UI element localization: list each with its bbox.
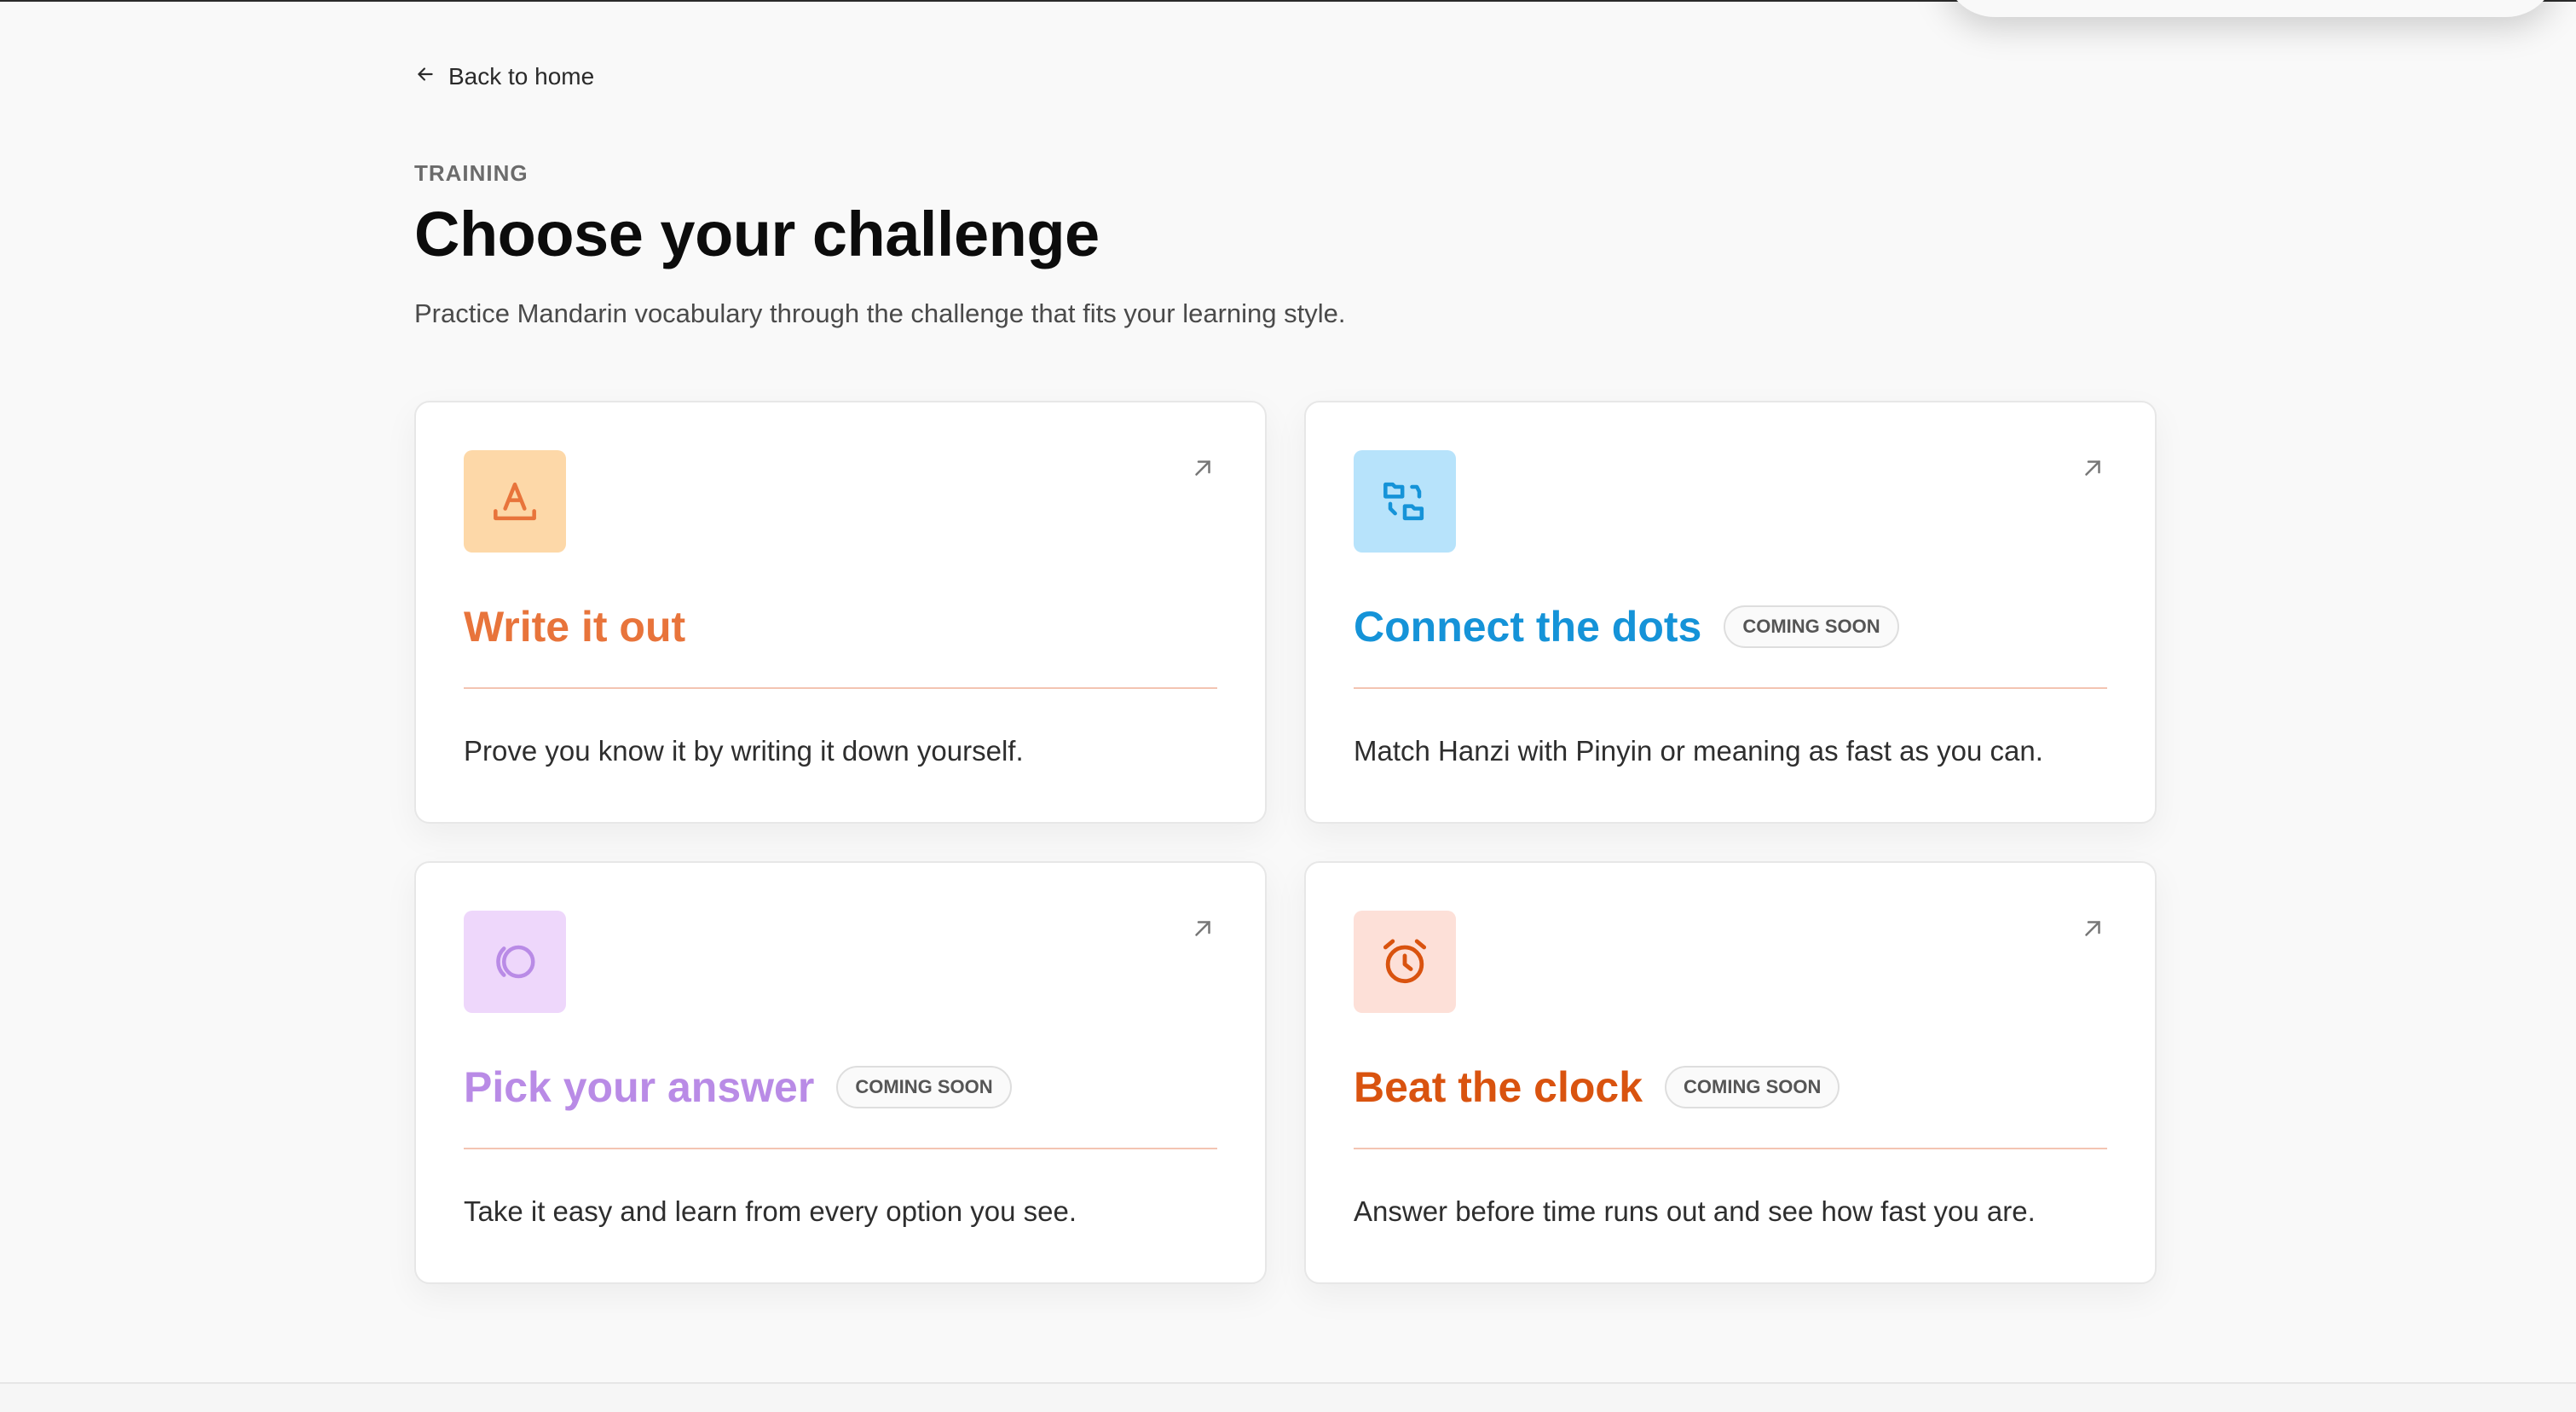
card-description: Take it easy and learn from every option…: [464, 1195, 1077, 1227]
card-title-row: Beat the clock COMING SOON: [1354, 1057, 1840, 1117]
card-title-row: Connect the dots COMING SOON: [1354, 597, 1899, 657]
handwriting-icon: [464, 450, 566, 553]
coming-soon-badge: COMING SOON: [1724, 605, 1899, 648]
challenge-card-beat-the-clock[interactable]: Beat the clock COMING SOON Answer before…: [1304, 861, 2157, 1284]
arrow-left-icon: [414, 63, 436, 91]
card-title-row: Write it out: [464, 597, 685, 657]
card-title: Beat the clock: [1354, 1063, 1643, 1111]
card-divider: [1354, 1148, 2107, 1149]
back-link-label: Back to home: [448, 63, 595, 90]
card-description: Prove you know it by writing it down you…: [464, 735, 1024, 767]
arrow-up-right-icon: [1190, 916, 1216, 941]
arrow-up-right-icon: [2080, 455, 2105, 481]
coming-soon-badge: COMING SOON: [1665, 1066, 1840, 1108]
page-subtitle: Practice Mandarin vocabulary through the…: [414, 298, 1346, 328]
challenge-card-pick-your-answer[interactable]: Pick your answer COMING SOON Take it eas…: [414, 861, 1267, 1284]
card-title: Connect the dots: [1354, 603, 1702, 651]
card-title: Pick your answer: [464, 1063, 815, 1111]
challenge-card-write-it-out[interactable]: Write it out Prove you know it by writin…: [414, 401, 1267, 824]
card-description: Match Hanzi with Pinyin or meaning as fa…: [1354, 735, 2043, 767]
page-title: Choose your challenge: [414, 199, 1100, 269]
back-to-home-link[interactable]: Back to home: [414, 56, 594, 97]
challenge-card-connect-the-dots[interactable]: Connect the dots COMING SOON Match Hanzi…: [1304, 401, 2157, 824]
alarm-clock-icon: [1354, 911, 1456, 1013]
coming-soon-badge: COMING SOON: [836, 1066, 1012, 1108]
arrow-up-right-icon: [2080, 916, 2105, 941]
card-title-row: Pick your answer COMING SOON: [464, 1057, 1012, 1117]
card-title: Write it out: [464, 603, 686, 651]
card-divider: [1354, 687, 2107, 689]
choice-icon: [464, 911, 566, 1013]
arrow-up-right-icon: [1190, 455, 1216, 481]
card-divider: [464, 1148, 1217, 1149]
floating-panel-shadow: [1944, 0, 2557, 17]
connect-icon: [1354, 450, 1456, 553]
card-divider: [464, 687, 1217, 689]
section-eyebrow: TRAINING: [414, 160, 528, 186]
footer-band: [0, 1384, 2576, 1412]
card-description: Answer before time runs out and see how …: [1354, 1195, 2036, 1227]
